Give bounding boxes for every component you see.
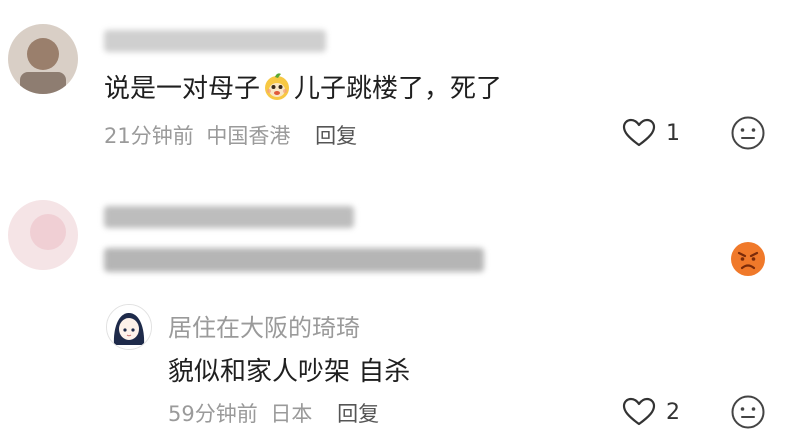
reply-text: 貌似和家人吵架 自杀 [168, 357, 411, 387]
heart-icon [622, 118, 656, 147]
avatar[interactable] [106, 304, 152, 350]
reply-location: 日本 [270, 402, 313, 426]
reply-meta: 59分钟前 日本 回复 [168, 398, 379, 428]
reply-button[interactable]: 回复 [315, 124, 357, 148]
emoji-reaction-button[interactable] [730, 394, 766, 434]
avatar[interactable] [8, 24, 78, 94]
comment-location: 中国香港 [206, 124, 291, 148]
like-button[interactable]: 2 [622, 394, 680, 430]
neutral-face-icon [731, 116, 765, 150]
like-count: 2 [666, 399, 680, 425]
comment-text-part1: 说是一对母子 [104, 74, 261, 104]
orange-cartoon-emoji-icon [265, 73, 290, 100]
blurred-avatar-image [8, 24, 78, 94]
anime-girl-avatar-image [107, 305, 151, 349]
like-count: 1 [666, 120, 680, 146]
reply-button[interactable]: 回复 [337, 402, 379, 426]
comment-time: 21分钟前 [104, 124, 194, 148]
angry-face-icon [731, 242, 765, 276]
reply-username[interactable]: 居住在大阪的琦琦 [168, 308, 360, 343]
reaction-badge[interactable] [730, 241, 766, 281]
comment-text-part2: 儿子跳楼了，死了 [294, 74, 503, 104]
neutral-face-icon [731, 395, 765, 429]
comment-text-redacted [104, 248, 484, 272]
username-redacted[interactable] [104, 206, 354, 228]
blurred-avatar-image [8, 200, 78, 270]
username-redacted[interactable] [104, 30, 326, 52]
comment-meta: 21分钟前 中国香港 回复 [104, 120, 357, 150]
like-button[interactable]: 1 [622, 115, 680, 151]
comment-text: 说是一对母子 儿子跳楼了，死了 [104, 68, 502, 105]
heart-icon [622, 397, 656, 426]
avatar[interactable] [8, 200, 78, 270]
emoji-reaction-button[interactable] [730, 115, 766, 155]
reply-time: 59分钟前 [168, 402, 258, 426]
